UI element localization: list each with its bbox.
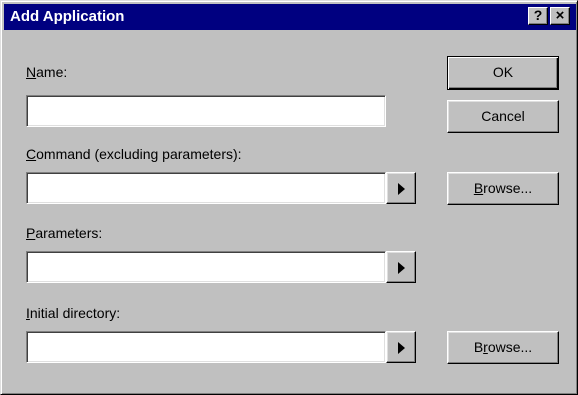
parameters-input[interactable]	[31, 258, 381, 276]
browse-command-button[interactable]: Browse...	[447, 172, 559, 205]
directory-arrow-button[interactable]	[386, 331, 416, 363]
window-title: Add Application	[10, 8, 125, 25]
parameters-label: Parameters:	[26, 225, 103, 241]
browse-directory-button[interactable]: Browse...	[447, 331, 559, 364]
right-triangle-icon	[398, 262, 405, 274]
command-arrow-button[interactable]	[386, 172, 416, 204]
right-triangle-icon	[398, 183, 405, 195]
command-field[interactable]	[26, 172, 386, 204]
ok-button[interactable]: OK	[447, 56, 559, 90]
right-triangle-icon	[398, 342, 405, 354]
command-label: Command (excluding parameters):	[26, 146, 242, 162]
close-button[interactable]: ×	[550, 7, 570, 25]
directory-input[interactable]	[31, 338, 381, 356]
help-button[interactable]: ?	[528, 7, 548, 25]
parameters-field[interactable]	[26, 251, 386, 283]
directory-label: Initial directory:	[26, 305, 121, 321]
add-application-dialog: Add Application ? × Name: Command (exclu…	[0, 0, 578, 395]
title-bar[interactable]: Add Application ? ×	[4, 4, 576, 30]
name-field[interactable]	[26, 95, 386, 127]
directory-field[interactable]	[26, 331, 386, 363]
parameters-arrow-button[interactable]	[386, 251, 416, 283]
cancel-button[interactable]: Cancel	[447, 100, 559, 133]
command-input[interactable]	[31, 179, 381, 197]
name-label: Name:	[26, 64, 68, 80]
name-input[interactable]	[31, 102, 381, 120]
